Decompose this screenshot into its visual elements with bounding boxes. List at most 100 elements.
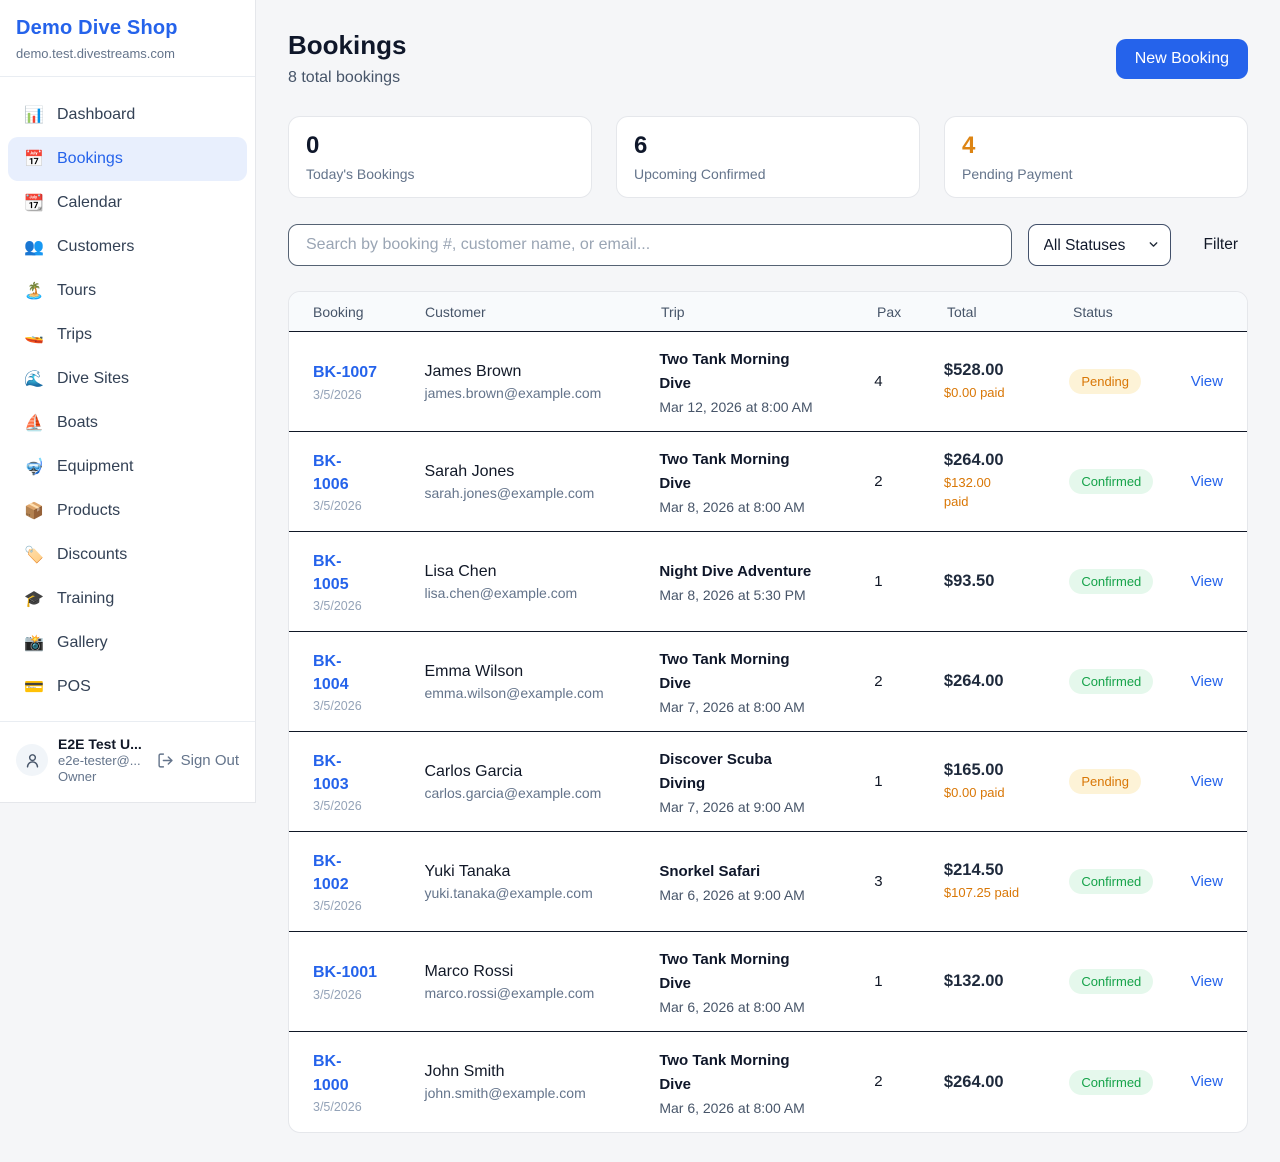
trip-name: Two Tank Morning Dive (659, 448, 817, 496)
total-amount: $214.50 (944, 861, 1069, 880)
trip-datetime: Mar 8, 2026 at 5:30 PM (659, 587, 874, 603)
status-badge: Confirmed (1069, 869, 1153, 894)
shop-name: Demo Dive Shop (16, 17, 239, 40)
sidebar-item-training[interactable]: 🎓Training (8, 577, 247, 621)
customer-email: sarah.jones@example.com (424, 485, 659, 501)
sidebar-item-tours[interactable]: 🏝️Tours (8, 269, 247, 313)
booking-date: 3/5/2026 (313, 899, 424, 913)
booking-id-link[interactable]: BK-1000 (313, 1050, 424, 1096)
customer-email: james.brown@example.com (424, 385, 659, 401)
sidebar-item-label: Dashboard (57, 106, 135, 124)
booking-id-link[interactable]: BK-1002 (313, 850, 424, 896)
user-info: E2E Test U... e2e-tester@... Owner (58, 736, 142, 784)
view-link[interactable]: View (1191, 973, 1223, 990)
booking-id-link[interactable]: BK-1001 (313, 961, 424, 984)
booking-id-link[interactable]: BK-1003 (313, 750, 424, 796)
customer-name: Carlos Garcia (424, 763, 659, 781)
column-header-customer: Customer (425, 304, 661, 320)
total-amount: $528.00 (944, 361, 1069, 380)
sidebar-item-label: Tours (57, 282, 96, 300)
stat-cards: 0 Today's Bookings 6 Upcoming Confirmed … (288, 116, 1248, 198)
sidebar-item-label: Discounts (57, 546, 127, 564)
bookings-table: Booking Customer Trip Pax Total Status B… (288, 291, 1248, 1133)
sidebar-item-discounts[interactable]: 🏷️Discounts (8, 533, 247, 577)
view-link[interactable]: View (1191, 873, 1223, 890)
column-header-status: Status (1073, 304, 1195, 320)
sidebar-item-products[interactable]: 📦Products (8, 489, 247, 533)
sidebar-item-label: Dive Sites (57, 370, 129, 388)
total-amount: $264.00 (944, 451, 1069, 470)
customer-name: Lisa Chen (424, 563, 659, 581)
total-amount: $264.00 (944, 1073, 1069, 1092)
sidebar-item-dashboard[interactable]: 📊Dashboard (8, 93, 247, 137)
status-badge: Confirmed (1069, 1070, 1153, 1095)
sidebar-item-boats[interactable]: ⛵Boats (8, 401, 247, 445)
column-header-booking: Booking (313, 304, 425, 320)
customer-name: John Smith (424, 1063, 659, 1081)
status-badge: Confirmed (1069, 569, 1153, 594)
filter-button[interactable]: Filter (1204, 236, 1238, 254)
view-link[interactable]: View (1191, 573, 1223, 590)
sign-out-label: Sign Out (181, 752, 239, 769)
booking-id-link[interactable]: BK-1004 (313, 650, 424, 696)
user-name: E2E Test U... (58, 736, 142, 752)
table-row: BK-10033/5/2026Carlos Garciacarlos.garci… (289, 732, 1247, 832)
booking-date: 3/5/2026 (313, 699, 424, 713)
avatar (16, 744, 48, 776)
booking-id-link[interactable]: BK-1006 (313, 450, 424, 496)
customer-name: Marco Rossi (424, 963, 659, 981)
view-link[interactable]: View (1191, 373, 1223, 390)
sidebar-item-dive-sites[interactable]: 🌊Dive Sites (8, 357, 247, 401)
sidebar-item-label: Gallery (57, 634, 108, 652)
pax-count: 1 (874, 573, 882, 590)
sidebar-item-trips[interactable]: 🚤Trips (8, 313, 247, 357)
sidebar: Demo Dive Shop demo.test.divestreams.com… (0, 0, 256, 803)
credit-card-icon: 💳 (24, 677, 44, 697)
booking-date: 3/5/2026 (313, 599, 424, 613)
customer-name: Yuki Tanaka (424, 863, 659, 881)
customer-email: yuki.tanaka@example.com (424, 885, 659, 901)
user-role: Owner (58, 769, 142, 784)
sidebar-nav: 📊Dashboard📅Bookings📆Calendar👥Customers🏝️… (0, 77, 255, 717)
booking-id-link[interactable]: BK-1005 (313, 550, 424, 596)
status-select[interactable]: All Statuses (1028, 224, 1171, 266)
pax-count: 4 (874, 373, 882, 390)
sidebar-item-gallery[interactable]: 📸Gallery (8, 621, 247, 665)
dive-mask-icon: 🤿 (24, 457, 44, 477)
sidebar-item-customers[interactable]: 👥Customers (8, 225, 247, 269)
view-link[interactable]: View (1191, 773, 1223, 790)
column-header-trip: Trip (661, 304, 877, 320)
booking-date: 3/5/2026 (313, 388, 424, 402)
view-link[interactable]: View (1191, 673, 1223, 690)
paid-amount: $107.25 paid (944, 884, 1069, 903)
stat-value: 0 (306, 132, 574, 160)
sailboat-icon: ⛵ (24, 413, 44, 433)
filter-bar: All Statuses Filter (288, 224, 1248, 266)
new-booking-button[interactable]: New Booking (1116, 39, 1248, 79)
trip-name: Night Dive Adventure (659, 560, 817, 584)
table-row: BK-10003/5/2026John Smithjohn.smith@exam… (289, 1032, 1247, 1132)
status-badge: Confirmed (1069, 969, 1153, 994)
sidebar-item-label: Products (57, 502, 120, 520)
table-row: BK-10053/5/2026Lisa Chenlisa.chen@exampl… (289, 532, 1247, 632)
stat-card-pending-payment: 4 Pending Payment (944, 116, 1248, 198)
sidebar-item-pos[interactable]: 💳POS (8, 665, 247, 709)
pax-count: 1 (874, 973, 882, 990)
sign-out-button[interactable]: Sign Out (157, 752, 239, 769)
stat-label: Upcoming Confirmed (634, 166, 902, 182)
view-link[interactable]: View (1191, 1073, 1223, 1090)
view-link[interactable]: View (1191, 473, 1223, 490)
search-input[interactable] (288, 224, 1012, 266)
trip-name: Snorkel Safari (659, 860, 817, 884)
total-amount: $93.50 (944, 572, 1069, 591)
sidebar-item-calendar[interactable]: 📆Calendar (8, 181, 247, 225)
booking-id-link[interactable]: BK-1007 (313, 361, 424, 384)
sidebar-item-equipment[interactable]: 🤿 Equipment (8, 445, 247, 489)
people-icon: 👥 (24, 237, 44, 257)
trip-datetime: Mar 7, 2026 at 9:00 AM (659, 799, 874, 815)
stat-label: Today's Bookings (306, 166, 574, 182)
trip-name: Two Tank Morning Dive (659, 948, 817, 996)
sidebar-item-label: Equipment (57, 458, 134, 476)
booking-date: 3/5/2026 (313, 499, 424, 513)
sidebar-item-bookings[interactable]: 📅Bookings (8, 137, 247, 181)
